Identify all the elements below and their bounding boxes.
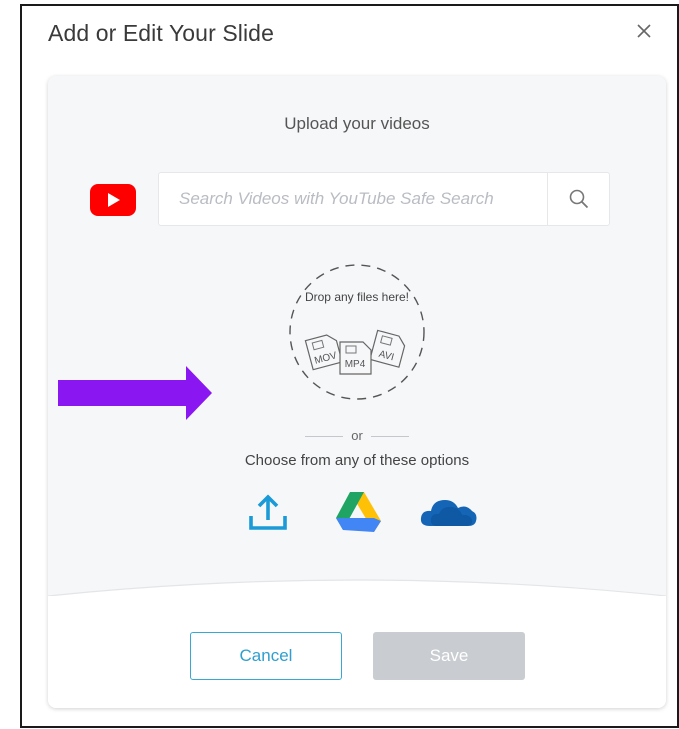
file-type-mp4: MP4 (345, 359, 366, 370)
choose-options-text: Choose from any of these options (244, 452, 470, 469)
search-button[interactable] (547, 173, 609, 225)
divider-line-left (305, 436, 344, 438)
save-button[interactable]: Save (373, 632, 525, 680)
youtube-icon (90, 184, 136, 216)
mp4-file-icon: MP4 (339, 341, 372, 375)
divider-line-right (370, 436, 409, 438)
close-icon[interactable] (633, 20, 655, 42)
dialog-title: Add or Edit Your Slide (48, 20, 274, 46)
or-label: or (351, 428, 363, 443)
google-drive-icon[interactable] (334, 490, 382, 534)
dropzone-text: Drop any files here! (304, 290, 410, 304)
panel-footer (48, 596, 666, 708)
upload-heading: Upload your videos (284, 114, 430, 133)
purple-arrow-annotation (58, 366, 212, 420)
mov-file-icon: MOV (304, 334, 343, 371)
dropzone-border: MOV AVI MP4 (289, 264, 425, 400)
search-icon (569, 189, 588, 209)
youtube-search-box (158, 172, 610, 226)
search-input[interactable] (159, 173, 547, 225)
cancel-button[interactable]: Cancel (190, 632, 342, 680)
onedrive-icon[interactable] (418, 490, 478, 534)
or-divider: or (48, 428, 666, 443)
file-dropzone[interactable]: MOV AVI MP4 Drop any files here! (287, 262, 427, 402)
avi-file-icon: AVI (369, 329, 406, 368)
upload-icon[interactable] (246, 490, 290, 534)
